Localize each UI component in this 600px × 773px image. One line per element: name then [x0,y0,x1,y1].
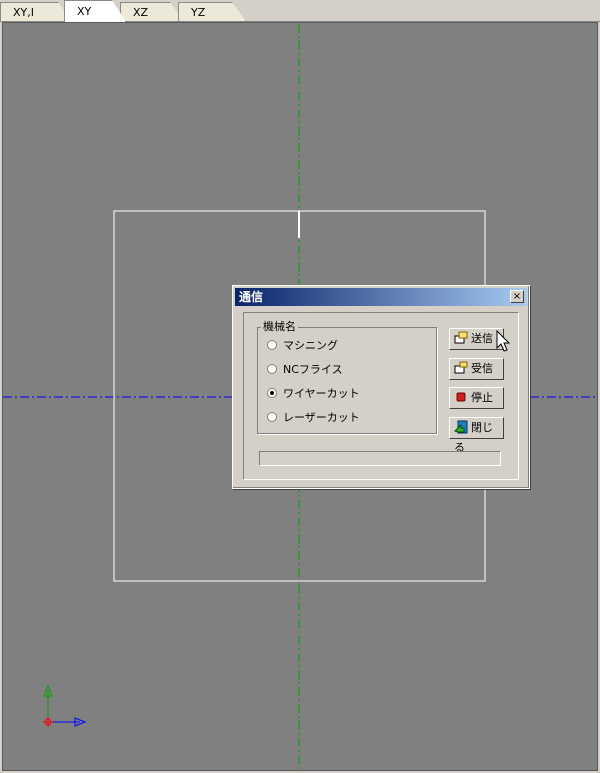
tab-yz[interactable]: YZ [178,2,246,21]
radio-nc-mill[interactable]: NCフライス [267,362,343,378]
radio-checked-icon [267,388,277,398]
dialog-titlebar[interactable]: 通信 × [235,288,527,306]
receive-icon [454,361,468,374]
tab-label: XY,I [13,6,34,19]
radio-label: レーザーカット [283,411,360,424]
radio-label: マシニング [283,339,338,352]
radio-circle-icon [267,340,277,350]
send-button-label: 送信 [471,332,493,345]
tab-xz[interactable]: XZ [120,2,184,21]
dialog-close-icon[interactable]: × [510,290,524,303]
dialog-title: 通信 [239,290,264,304]
radio-label: ワイヤーカット [283,387,360,400]
mouse-pointer-icon [496,330,511,352]
tab-label: XY [77,5,92,18]
communication-dialog: 通信 × 機械名 マシニング NCフライス ワイヤーカット レーザーカット 送信… [232,285,530,489]
radio-machining[interactable]: マシニング [267,338,338,354]
close-button[interactable]: 閉じる [449,417,504,454]
exit-arrow-icon [454,420,468,434]
radio-laser-cut[interactable]: レーザーカット [267,410,360,426]
tab-xyi[interactable]: XY,I [0,2,72,21]
stop-button-label: 停止 [471,391,493,404]
receive-button-label: 受信 [471,362,493,375]
stop-icon [456,392,466,402]
tab-xy[interactable]: XY [64,0,126,22]
receive-button[interactable]: 受信 [449,358,504,380]
radio-label: NCフライス [283,363,343,376]
radio-circle-icon [267,364,277,374]
radio-circle-icon [267,412,277,422]
view-tab-bar: XY,I XY XZ YZ [0,0,600,22]
radio-wire-cut[interactable]: ワイヤーカット [267,386,360,402]
transfer-progress-bar [259,451,501,466]
tab-label: YZ [191,6,206,19]
stop-button[interactable]: 停止 [449,387,504,409]
send-icon [454,331,468,344]
machine-group-label: 機械名 [261,320,298,333]
tab-label: XZ [133,6,149,19]
